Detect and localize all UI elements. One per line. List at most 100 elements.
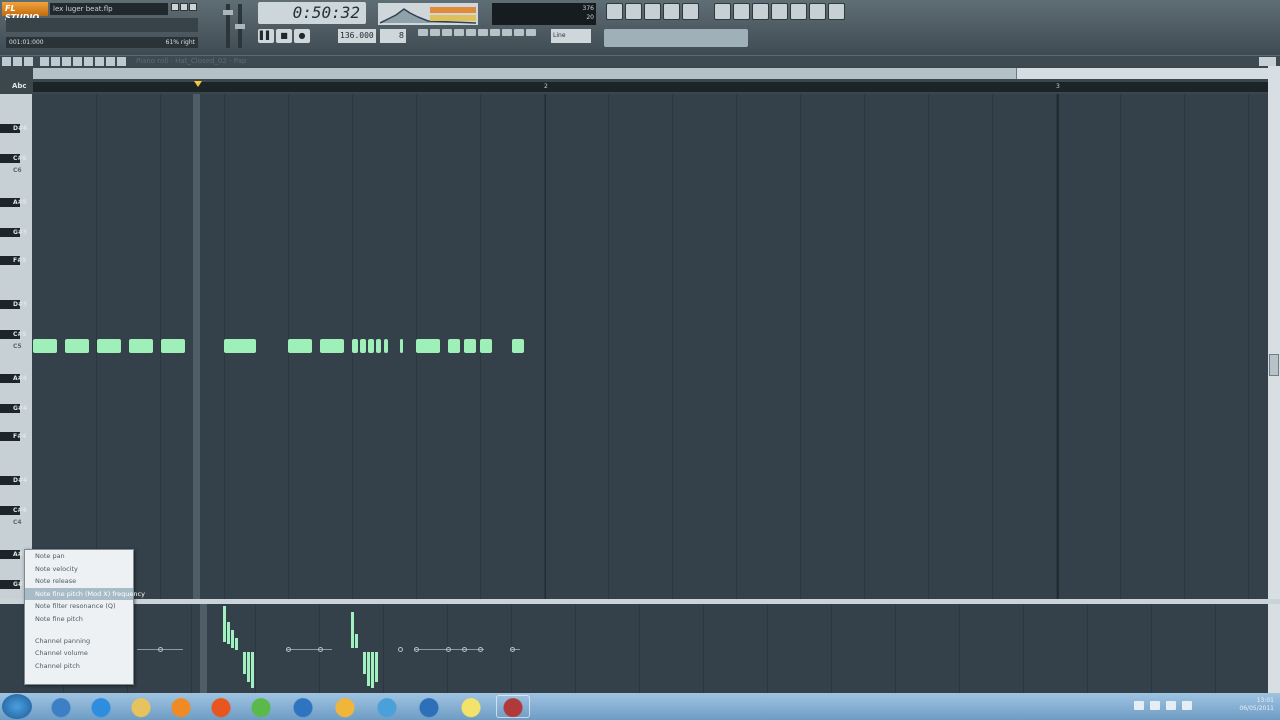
winrar-icon[interactable]	[496, 695, 530, 718]
slice-icon[interactable]	[84, 57, 93, 66]
note[interactable]	[512, 339, 524, 353]
event-handle[interactable]	[446, 647, 451, 652]
pencil-icon[interactable]	[40, 57, 49, 66]
minimize-icon[interactable]	[171, 3, 179, 11]
tempo-display[interactable]: 136.000	[338, 29, 376, 43]
note[interactable]	[97, 339, 121, 353]
folder-icon[interactable]	[124, 695, 158, 718]
note[interactable]	[288, 339, 312, 353]
note[interactable]	[480, 339, 492, 353]
paint-icon[interactable]	[51, 57, 60, 66]
slider-knob[interactable]	[235, 24, 245, 29]
snap-mode-select[interactable]: Line	[551, 29, 591, 43]
menu-icon[interactable]	[2, 57, 11, 66]
network-icon[interactable]	[1166, 701, 1176, 710]
note[interactable]	[464, 339, 476, 353]
internet-explorer-icon[interactable]	[84, 695, 118, 718]
event-editor[interactable]	[0, 604, 1268, 693]
note[interactable]	[368, 339, 374, 353]
note[interactable]	[33, 339, 57, 353]
note[interactable]	[384, 339, 388, 353]
event-scrollbar[interactable]	[1268, 604, 1280, 693]
event-handle[interactable]	[478, 647, 483, 652]
note[interactable]	[416, 339, 440, 353]
note[interactable]	[352, 339, 358, 353]
menu-item-note-filter-resonance[interactable]: Note filter resonance (Q)	[25, 600, 133, 613]
event-handle[interactable]	[158, 647, 163, 652]
event-bar[interactable]	[227, 622, 230, 644]
menu-item-note-mod-x[interactable]: Note fine pitch (Mod X) frequency	[25, 587, 145, 601]
online-icon[interactable]	[790, 3, 807, 20]
note-grid[interactable]	[33, 94, 1266, 599]
led-button[interactable]	[514, 29, 524, 36]
start-button[interactable]	[2, 694, 32, 719]
event-bar[interactable]	[231, 630, 234, 648]
led-button[interactable]	[442, 29, 452, 36]
event-handle[interactable]	[414, 647, 419, 652]
event-bar[interactable]	[247, 652, 250, 682]
clock[interactable]: 13:01 06/05/2011	[1239, 697, 1274, 713]
event-bar[interactable]	[375, 652, 378, 682]
led-button[interactable]	[430, 29, 440, 36]
event-bar[interactable]	[355, 634, 358, 648]
led-button[interactable]	[466, 29, 476, 36]
pattern-selector[interactable]: 8	[380, 29, 406, 43]
horizontal-scrollbar[interactable]	[33, 68, 1268, 79]
playlist-icon[interactable]	[606, 3, 623, 20]
volume-icon[interactable]	[1182, 701, 1192, 710]
led-button[interactable]	[454, 29, 464, 36]
arrow-icon[interactable]	[13, 57, 22, 66]
event-bar[interactable]	[367, 652, 370, 686]
menu-item-note-pan[interactable]: Note pan	[25, 550, 133, 563]
mixer-icon[interactable]	[682, 3, 699, 20]
event-bar[interactable]	[243, 652, 246, 674]
browser-icon[interactable]	[663, 3, 680, 20]
event-bar[interactable]	[235, 638, 238, 650]
slider-knob[interactable]	[223, 10, 233, 15]
media-player-icon[interactable]	[164, 695, 198, 718]
master-pitch-slider[interactable]	[235, 4, 245, 48]
winamp-icon[interactable]	[412, 695, 446, 718]
zoom-icon[interactable]	[106, 57, 115, 66]
fl-studio-logo[interactable]: FL STUDIO	[2, 2, 48, 22]
firefox-icon[interactable]	[204, 695, 238, 718]
note[interactable]	[376, 339, 381, 353]
event-handle[interactable]	[398, 647, 403, 652]
master-volume-slider[interactable]	[223, 4, 233, 48]
menu-item-note-velocity[interactable]: Note velocity	[25, 563, 133, 576]
note[interactable]	[448, 339, 460, 353]
undo-icon[interactable]	[714, 3, 731, 20]
led-button[interactable]	[490, 29, 500, 36]
mute-icon[interactable]	[73, 57, 82, 66]
note[interactable]	[161, 339, 185, 353]
event-handle[interactable]	[286, 647, 291, 652]
menu-item-channel-pitch[interactable]: Channel pitch	[25, 660, 133, 673]
led-button[interactable]	[478, 29, 488, 36]
event-bar[interactable]	[251, 652, 254, 688]
piano-keyboard[interactable]: D#6 C#6 C6 A#5 G#5 F#5 D#5 C#5 C5 A#4 G#4 F#4 D#4 C#4…	[0, 94, 32, 599]
messenger-icon[interactable]	[370, 695, 404, 718]
event-handle[interactable]	[318, 647, 323, 652]
select-icon[interactable]	[95, 57, 104, 66]
save-icon[interactable]	[733, 3, 750, 20]
event-bar[interactable]	[371, 652, 374, 688]
menu-item-channel-volume[interactable]: Channel volume	[25, 647, 133, 660]
fl-studio-icon[interactable]	[328, 695, 362, 718]
scroll-thumb[interactable]	[33, 68, 1017, 79]
event-bar[interactable]	[351, 612, 354, 648]
note[interactable]	[129, 339, 153, 353]
note[interactable]	[360, 339, 366, 353]
led-button[interactable]	[526, 29, 536, 36]
help-icon[interactable]	[828, 3, 845, 20]
led-button[interactable]	[502, 29, 512, 36]
note[interactable]	[224, 339, 256, 353]
record-button[interactable]: ●	[294, 29, 310, 43]
flag-icon[interactable]	[1150, 701, 1160, 710]
menu-item-note-fine-pitch[interactable]: Note fine pitch	[25, 613, 133, 626]
delete-icon[interactable]	[62, 57, 71, 66]
scroll-thumb[interactable]	[1269, 354, 1279, 376]
bar-ruler[interactable]: 2 3	[33, 82, 1268, 92]
note[interactable]	[400, 339, 403, 353]
play-icon[interactable]	[117, 57, 126, 66]
step-sequencer-icon[interactable]	[625, 3, 642, 20]
